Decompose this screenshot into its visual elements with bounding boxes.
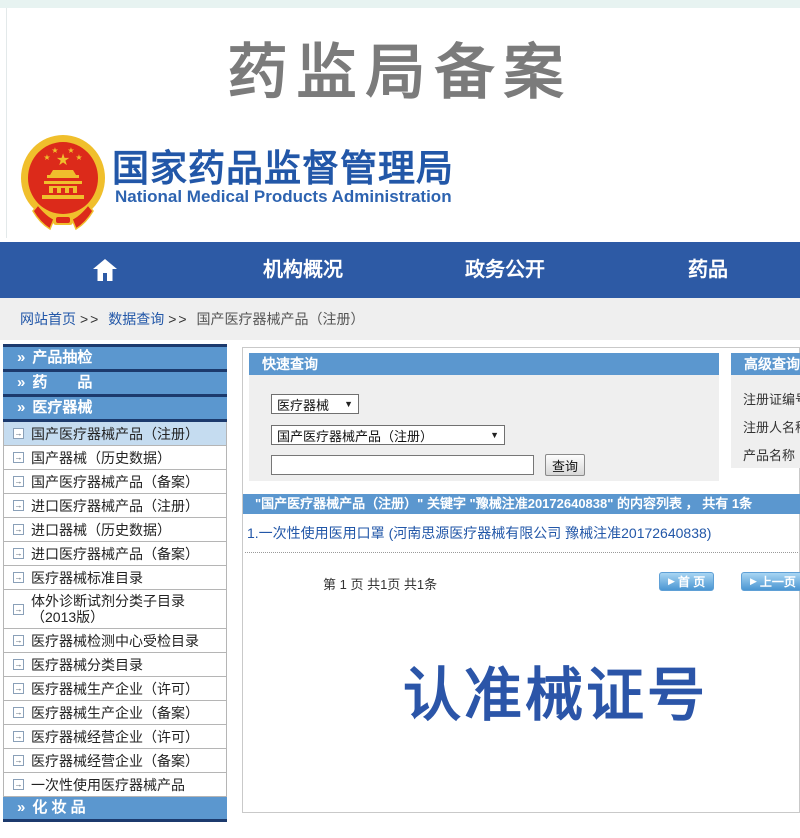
search-button[interactable]: 查询 [545,454,585,476]
link-box-icon: → [13,731,24,742]
svg-text:★: ★ [75,153,82,162]
breadcrumb-separator: >> [80,311,100,327]
link-box-icon: → [13,524,24,535]
chevrons-icon: » [17,374,25,391]
link-box-icon: → [13,452,24,463]
category-select-value: 医疗器械 [277,395,329,414]
sidebar-item-1[interactable]: →国产器械（历史数据） [3,446,227,470]
national-emblem-logo: ★ ★ ★ ★ ★ [20,133,106,233]
sidebar-header-label: 化 妆 品 [32,799,85,816]
home-nav-item[interactable] [92,258,118,287]
nav-item-org-overview[interactable]: 机构概况 [263,242,343,298]
sidebar-item-5[interactable]: →进口医疗器械产品（备案） [3,542,227,566]
sidebar-header-label: 药 品 [32,374,92,391]
page-title: 药监局备案 [0,24,800,111]
chevrons-icon: » [17,399,25,416]
link-box-icon: → [13,755,24,766]
sidebar-header-product-sampling[interactable]: » 产品抽检 [3,347,227,369]
advanced-query-panel: 高级查询 注册证编号 注册人名称 产品名称 [731,353,800,468]
svg-text:★: ★ [67,146,74,155]
breadcrumb-separator: >> [168,311,188,327]
quick-query-title: 快速查询 [249,353,719,375]
link-box-icon: → [13,476,24,487]
adv-field-reg-cert-no: 注册证编号 [743,390,800,409]
keyword-input[interactable] [271,455,534,475]
sidebar-item-6[interactable]: →医疗器械标准目录 [3,566,227,590]
sidebar-item-0[interactable]: →国产医疗器械产品（注册） [3,422,227,446]
sidebar-header-label: 产品抽检 [32,349,92,366]
sidebar-item-12[interactable]: →医疗器械经营企业（许可） [3,725,227,749]
link-box-icon: → [13,707,24,718]
sidebar: » 产品抽检 » 药 品 » 医疗器械 →国产医疗器械产品（注册） →国产器械（历史数… [3,344,227,822]
watermark-text: 认准械证号 [403,648,708,732]
link-box-icon: → [13,659,24,670]
type-select[interactable]: 国产医疗器械产品（注册） ▼ [271,425,505,445]
svg-text:★: ★ [51,146,58,155]
nav-item-drugs[interactable]: 药品 [688,242,728,298]
link-box-icon: → [13,548,24,559]
link-box-icon: → [13,572,24,583]
svg-text:★: ★ [43,153,50,162]
main-content: 快速查询 医疗器械 ▼ 国产医疗器械产品（注册） ▼ 查询 高级查询 注册证编号… [242,347,800,813]
sidebar-header-cosmetics[interactable]: » 化 妆 品 [3,797,227,819]
page: 药监局备案 ★ ★ ★ ★ ★ 国家药品监督管理局 National Medic… [0,0,800,838]
adv-field-registrant-name: 注册人名称 [743,418,800,437]
chevrons-icon: » [17,799,25,816]
main-nav: 机构概况 政务公开 药品 [0,242,800,298]
sidebar-item-13[interactable]: →医疗器械经营企业（备案） [3,749,227,773]
dotted-separator [245,552,798,553]
first-page-button[interactable]: ▶ 首 页 [659,572,714,591]
sidebar-item-3[interactable]: →进口医疗器械产品（注册） [3,494,227,518]
sidebar-item-14[interactable]: →一次性使用医疗器械产品 [3,773,227,797]
play-icon: ▶ [668,576,675,587]
top-strip [0,0,800,8]
first-page-label: 首 页 [678,573,705,590]
sidebar-item-8[interactable]: →医疗器械检测中心受检目录 [3,629,227,653]
sidebar-item-10[interactable]: →医疗器械生产企业（许可） [3,677,227,701]
chevron-down-icon: ▼ [490,430,499,440]
sidebar-header-label: 医疗器械 [32,399,92,416]
type-select-value: 国产医疗器械产品（注册） [277,426,433,445]
breadcrumb-current: 国产医疗器械产品（注册） [197,311,365,327]
sidebar-item-4[interactable]: →进口器械（历史数据） [3,518,227,542]
chevrons-icon: » [17,349,25,366]
agency-name-cn: 国家药品监督管理局 [112,138,454,192]
sidebar-divider [3,819,227,822]
category-select[interactable]: 医疗器械 ▼ [271,394,359,414]
sidebar-header-drugs[interactable]: » 药 品 [3,372,227,394]
breadcrumb: 网站首页>> 数据查询>> 国产医疗器械产品（注册） [0,298,800,340]
agency-name-en: National Medical Products Administration [115,187,452,207]
link-box-icon: → [13,779,24,790]
nav-item-gov-disclosure[interactable]: 政务公开 [465,242,545,298]
link-box-icon: → [13,500,24,511]
home-icon [92,258,118,282]
adv-field-product-name: 产品名称 [743,446,800,465]
sidebar-item-11[interactable]: →医疗器械生产企业（备案） [3,701,227,725]
quick-query-panel: 快速查询 医疗器械 ▼ 国产医疗器械产品（注册） ▼ 查询 [249,353,719,481]
prev-page-label: 上一页 [760,573,796,590]
result-item-link[interactable]: 1.一次性使用医用口罩 (河南思源医疗器械有限公司 豫械注准2017264083… [247,523,711,543]
play-icon: ▶ [750,576,757,587]
sidebar-item-7[interactable]: →体外诊断试剂分类子目录（2013版） [3,590,227,629]
advanced-query-title: 高级查询 [731,353,800,375]
link-box-icon: → [13,683,24,694]
breadcrumb-home-link[interactable]: 网站首页 [20,311,76,327]
sidebar-item-2[interactable]: →国产医疗器械产品（备案） [3,470,227,494]
pagination-summary: 第 1 页 共1页 共1条 [323,574,437,593]
breadcrumb-data-query-link[interactable]: 数据查询 [108,311,164,327]
link-box-icon: → [13,635,24,646]
results-header-bar: "国产医疗器械产品（注册）" 关键字 "豫械注准20172640838" 的内容… [243,494,800,514]
sidebar-item-9[interactable]: →医疗器械分类目录 [3,653,227,677]
chevron-down-icon: ▼ [344,399,353,409]
link-box-icon: → [13,604,24,615]
link-box-icon: → [13,428,24,439]
prev-page-button[interactable]: ▶ 上一页 [741,572,800,591]
site-header: ★ ★ ★ ★ ★ 国家药品监督管理局 National Medical Pro… [0,128,800,238]
sidebar-header-medical-devices[interactable]: » 医疗器械 [3,397,227,419]
